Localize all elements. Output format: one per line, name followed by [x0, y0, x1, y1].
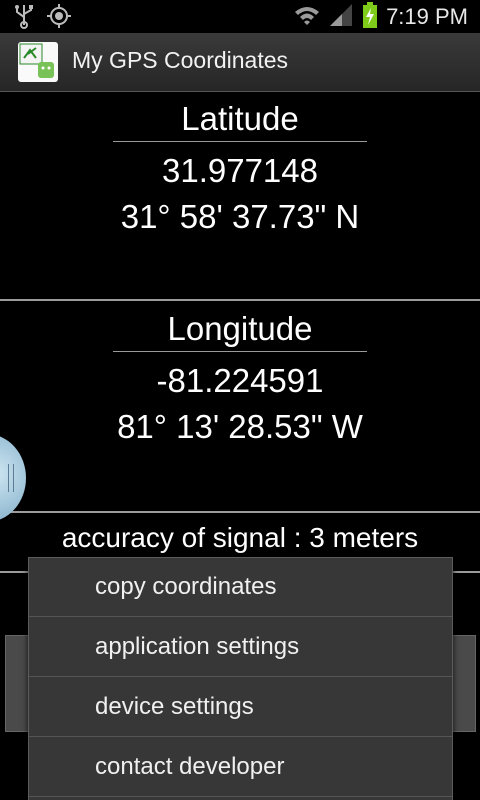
longitude-label-underline [113, 351, 367, 352]
app-gps-android-icon [18, 42, 58, 82]
signal-icon [328, 3, 354, 31]
status-time: 7:19 PM [386, 3, 468, 29]
longitude-dms: 81° 13' 28.53" W [117, 408, 363, 445]
latitude-label-underline [113, 141, 367, 142]
latitude-panel: Latitude 31.977148 31° 58' 37.73" N [0, 91, 480, 299]
menu-item-device-settings[interactable]: device settings [29, 677, 452, 737]
title-bar: My GPS Coordinates [0, 33, 480, 92]
longitude-panel: Longitude -81.224591 81° 13' 28.53" W [0, 301, 480, 511]
menu-item-application-settings[interactable]: application settings [29, 617, 452, 677]
status-icons-left [12, 3, 72, 33]
options-menu: copy coordinates application settings de… [28, 557, 453, 800]
background-button-right[interactable] [452, 635, 476, 732]
divider [0, 511, 480, 513]
longitude-label: Longitude [167, 310, 313, 347]
latitude-label: Latitude [181, 100, 299, 137]
battery-charging-icon [362, 1, 378, 32]
menu-item-copy-coordinates[interactable]: copy coordinates [29, 558, 452, 617]
latitude-decimal: 31.977148 [162, 152, 318, 189]
wifi-icon [294, 4, 320, 30]
latitude-dms: 31° 58' 37.73" N [120, 198, 360, 235]
status-icons-right: 7:19 PM [294, 0, 468, 33]
gps-icon [46, 3, 72, 33]
status-bar: 7:19 PM [0, 0, 480, 33]
longitude-decimal: -81.224591 [156, 362, 324, 399]
usb-icon [12, 3, 36, 33]
grip-icon [8, 464, 14, 492]
app-title: My GPS Coordinates [72, 47, 289, 73]
accuracy-text: accuracy of signal : 3 meters [61, 522, 419, 553]
menu-item-contact-developer[interactable]: contact developer [29, 737, 452, 797]
screen: 7:19 PM My GPS Coordinates Latitude 31.9… [0, 0, 480, 800]
background-button-left[interactable] [5, 635, 29, 732]
